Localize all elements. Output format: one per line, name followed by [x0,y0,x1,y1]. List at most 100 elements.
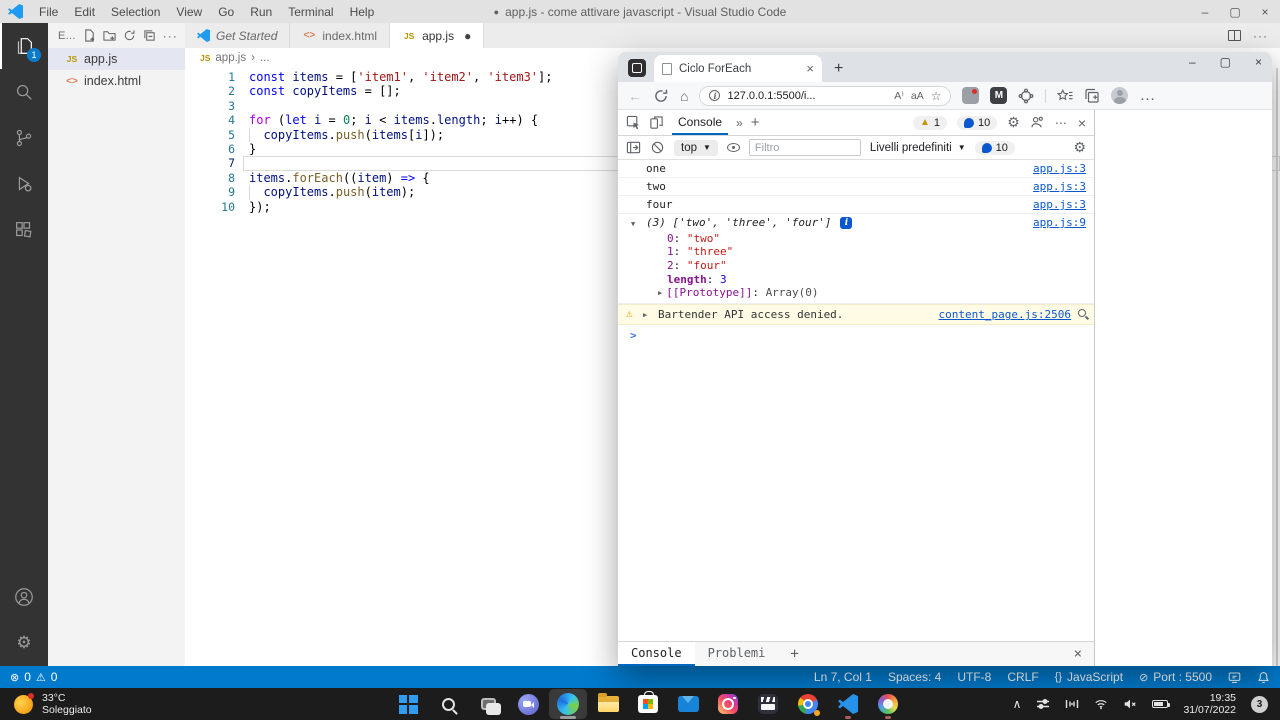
collections-icon[interactable] [1084,88,1100,104]
devtools-settings-icon[interactable]: ⚙ [1007,114,1020,131]
filter-input[interactable] [748,139,861,156]
battery-icon[interactable] [1152,700,1171,708]
workspaces-icon[interactable] [628,59,646,77]
wifi-icon[interactable] [1094,697,1108,711]
translate-icon[interactable]: aA [911,90,924,102]
taskbar-vscode-icon[interactable] [829,689,867,719]
devtools-close-icon[interactable]: × [1078,115,1086,131]
device-toolbar-icon[interactable] [649,115,664,130]
menu-run[interactable]: Run [242,5,280,19]
tray-device-icon[interactable] [1065,697,1079,711]
status-javascript[interactable]: {} JavaScript [1055,670,1123,684]
sidebar-item-extensions[interactable] [0,207,48,253]
refresh-icon[interactable] [653,88,669,104]
bell-icon[interactable] [1257,671,1270,684]
editor-tab-app-js[interactable]: JS app.js ● [390,23,485,48]
status-ln-7-col-1[interactable]: Ln 7, Col 1 [814,670,872,684]
console-source-link[interactable]: app.js:3 [1021,181,1086,192]
close-button[interactable]: × [1250,0,1280,23]
notification-badge[interactable]: 3 [1251,695,1268,713]
collapse-all-icon[interactable] [143,29,156,42]
taskbar-search-icon[interactable] [429,689,467,719]
taskbar-chat-icon[interactable] [509,689,547,719]
expand-arrow-icon[interactable]: ▶ [658,289,662,297]
read-aloud-icon[interactable]: A⁾ [894,90,904,102]
tray-chevron-icon[interactable]: ∧ [1013,697,1022,711]
volume-muted-icon[interactable] [1123,697,1137,711]
menu-edit[interactable]: Edit [66,5,103,19]
problems-status[interactable]: ⊗ 0 ⚠ 0 [10,670,57,684]
favorites-icon[interactable] [1057,88,1074,104]
console-source-link[interactable]: app.js:3 [1021,163,1086,174]
messages-badge[interactable]: 10 [957,115,998,130]
console-source-link[interactable]: app.js:3 [1021,199,1086,210]
taskbar-chrome-icon[interactable] [789,689,827,719]
sidebar-item-run-debug[interactable] [0,161,48,207]
add-panel-icon[interactable]: + [751,114,760,131]
live-expression-icon[interactable] [726,143,740,152]
clear-console-icon[interactable] [650,140,665,155]
browser-close-button[interactable]: × [1255,55,1262,69]
taskbar-start-icon[interactable] [389,689,427,719]
weather-widget[interactable]: 33°C Soleggiato [0,692,200,716]
editor-tab-get-started[interactable]: Get Started [185,23,291,48]
new-tab-button[interactable]: + [834,61,843,77]
url-text[interactable]: 127.0.0.1:5500/i... [727,90,887,102]
sidebar-item-explorer[interactable]: 1 [0,23,48,69]
browser-maximize-button[interactable]: ▢ [1220,55,1231,69]
drawer-tab-console[interactable]: Console [618,642,695,666]
home-icon[interactable]: ⌂ [680,89,688,103]
restore-button[interactable]: ▢ [1220,0,1250,23]
console-settings-icon[interactable]: ⚙ [1073,139,1086,156]
browser-minimize-button[interactable]: – [1189,55,1196,69]
status-spaces-4[interactable]: Spaces: 4 [888,670,941,684]
settings-button[interactable]: ⚙ [0,620,48,666]
console-source-link[interactable]: app.js:9 [1021,217,1086,228]
menu-help[interactable]: Help [342,5,383,19]
taskbar-edge-icon[interactable] [549,689,587,719]
drawer-add-icon[interactable]: + [778,642,810,666]
breadcrumb-file[interactable]: app.js [215,52,246,64]
search-source-icon[interactable] [1078,309,1086,318]
taskbar-store-icon[interactable] [629,689,667,719]
profile-avatar[interactable] [1111,87,1129,104]
extension-m-icon[interactable]: M [990,87,1008,104]
expand-arrow-icon[interactable]: ▼ [631,219,635,230]
taskbar-taskview-icon[interactable] [469,689,507,719]
taskbar-clipchamp-icon[interactable] [749,689,787,719]
taskbar-mail-icon[interactable] [669,689,707,719]
status-port-5500[interactable]: ⊘ Port : 5500 [1139,670,1212,684]
taskbar-explorer-icon[interactable] [589,689,627,719]
taskbar-paint-icon[interactable] [869,689,907,719]
favorite-star-icon[interactable]: ☆ [931,89,942,103]
devtools-tab-console[interactable]: Console [672,110,729,135]
browser-menu-icon[interactable]: … [1139,87,1156,105]
array-preview[interactable]: (3) ['two', 'three', 'four'] [646,217,831,228]
menu-view[interactable]: View [168,5,210,19]
split-editor-icon[interactable] [1228,30,1241,41]
file-item-index.html[interactable]: <> index.html [48,70,185,92]
breadcrumb-symbol[interactable]: ... [260,52,270,64]
new-file-icon[interactable] [83,29,96,42]
file-item-app.js[interactable]: JS app.js [48,48,185,70]
browser-tab[interactable]: Ciclo ForEach × [654,55,822,82]
editor-scrollbar[interactable] [1276,68,1278,666]
console-sidebar-icon[interactable] [626,140,641,155]
tab-close-icon[interactable]: × [806,61,814,76]
devtools-more-icon[interactable]: ⋯ [1055,116,1068,130]
editor-more-icon[interactable]: ··· [1253,29,1268,43]
status-crlf[interactable]: CRLF [1007,670,1038,684]
console-source-link[interactable]: content_page.js:2506 [927,309,1071,320]
context-selector[interactable]: top ▼ [674,139,718,156]
feedback-person-icon[interactable] [1030,115,1045,130]
drawer-tab-problems[interactable]: Problemi [695,642,779,666]
tray-mixer-icon[interactable] [1036,697,1050,711]
extensions-puzzle-icon[interactable] [1018,88,1034,104]
taskbar-clock[interactable]: 19:35 31/07/2022 [1183,692,1236,716]
editor-tab-index-html[interactable]: <> index.html [290,23,391,48]
inspect-element-icon[interactable] [626,115,641,130]
status-utf-8[interactable]: UTF-8 [957,670,991,684]
new-folder-icon[interactable] [103,29,116,42]
taskbar-instagram-icon[interactable] [709,689,747,719]
menu-selection[interactable]: Selection [103,5,168,19]
